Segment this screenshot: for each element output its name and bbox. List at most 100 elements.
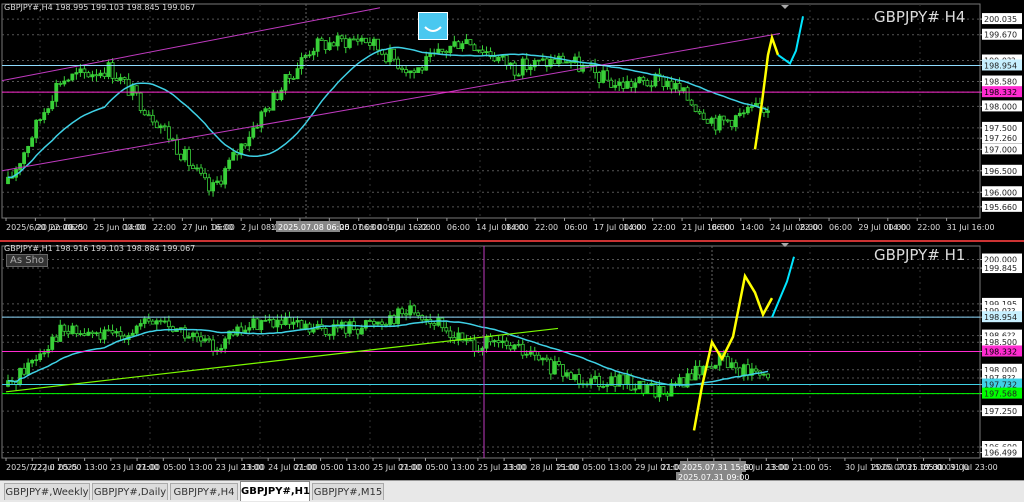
h4-time-label: 14:00 <box>741 223 764 232</box>
h1-candle-body <box>283 317 288 326</box>
h1-time-label: 05:00 <box>583 463 606 472</box>
h4-candle-body <box>569 61 573 64</box>
h1-chart-svg[interactable]: 200.000199.845199.195199.0??198.954198.6… <box>0 242 1024 480</box>
h4-candle-body <box>150 114 155 123</box>
h4-candle-body <box>223 168 228 185</box>
h4-chart-svg[interactable]: 200.035199.670199.0??198.954198.580198.3… <box>0 0 1024 240</box>
h1-candle-body <box>207 338 211 341</box>
h4-candle-body <box>170 138 175 141</box>
h1-candle-body <box>150 320 155 325</box>
tab-h1[interactable]: GBPJPY#,H1 <box>240 481 310 501</box>
h1-time-label: 13:00 <box>190 463 213 472</box>
h4-candle-body <box>729 119 734 128</box>
h4-candle-body <box>347 38 352 48</box>
h1-candle-body <box>30 359 35 364</box>
h4-candle-body <box>6 176 10 185</box>
h4-candle-body <box>130 85 135 96</box>
h4-time-label: 22:00 <box>535 223 558 232</box>
h1-candle-body <box>573 374 577 380</box>
h4-candle-body <box>231 152 236 161</box>
h1-candle-body <box>713 364 718 369</box>
h1-candle-body <box>420 315 425 321</box>
h1-candle-body <box>556 361 561 365</box>
h1-candle-body <box>484 336 489 349</box>
h4-candle-body <box>508 62 513 66</box>
h1-candle-body <box>561 364 565 377</box>
h1-candle-body <box>432 323 437 326</box>
h4-candle-body <box>693 104 698 112</box>
h4-time-label: 06:00 <box>564 223 587 232</box>
h4-candle-body <box>376 38 380 51</box>
h4-candle-body <box>58 83 63 85</box>
h4-candle-body <box>46 108 51 113</box>
h4-candle-body <box>408 70 413 74</box>
h4-candle-body <box>705 118 710 124</box>
h1-candle-body <box>544 357 549 361</box>
h4-time-label: 14:00 <box>623 223 646 232</box>
h4-candle-body <box>42 112 47 120</box>
tab-m15[interactable]: GBPJPY#,M15 <box>312 483 384 500</box>
h1-candle-body <box>400 308 404 315</box>
h1-candle-body <box>766 373 770 379</box>
h4-candle-body <box>114 77 119 81</box>
h1-time-label: 05:00 <box>425 463 448 472</box>
h4-candle-body <box>540 58 545 61</box>
h4-time-label: 14:00 <box>888 223 911 232</box>
h1-candle-body <box>593 375 597 380</box>
h4-candle-body <box>82 68 87 74</box>
h4-candle-body <box>372 38 376 46</box>
h4-candle-body <box>26 146 31 154</box>
h4-candle-body <box>472 44 477 51</box>
h1-candle-body <box>577 374 581 385</box>
h4-candle-body <box>665 80 670 87</box>
h1-candle-body <box>259 320 264 331</box>
h4-candle-body <box>343 38 348 48</box>
h4-candle-body <box>500 55 505 58</box>
h1-candle-body <box>142 318 147 324</box>
h1-candle-body <box>500 340 505 343</box>
h1-chart-pane[interactable]: 200.000199.845199.195199.0??198.954198.6… <box>0 242 1024 480</box>
h1-candle-body <box>251 318 256 329</box>
h4-candle-body <box>536 59 541 62</box>
h1-candle-body <box>106 329 111 332</box>
h1-price-label: 197.568 <box>984 390 1017 399</box>
h1-candle-body <box>279 319 284 326</box>
h4-candle-body <box>460 43 465 50</box>
h1-candle-body <box>299 320 304 330</box>
h1-candle-body <box>18 367 22 386</box>
h4-candle-body <box>480 49 485 54</box>
tab-h4[interactable]: GBPJPY#,H4 <box>170 483 238 500</box>
h4-chart-pane[interactable]: 200.035199.670199.0??198.954198.580198.3… <box>0 0 1024 242</box>
h4-candle-body <box>516 74 521 77</box>
h1-candle-body <box>162 320 167 323</box>
h4-candle-body <box>721 115 726 121</box>
h4-candle-body <box>291 77 296 80</box>
tab-daily[interactable]: GBPJPY#,Daily <box>92 483 168 500</box>
h1-candle-body <box>291 321 296 325</box>
h4-candle-body <box>456 41 461 50</box>
h1-candle-body <box>199 336 203 342</box>
h1-candle-body <box>94 332 99 335</box>
tab-weekly[interactable]: GBPJPY#,Weekly <box>4 483 90 500</box>
h1-time-label: 13:00 <box>452 463 475 472</box>
h4-candle-body <box>452 41 457 47</box>
h4-candle-body <box>701 112 706 120</box>
h4-candle-body <box>388 48 392 63</box>
h1-candle-body <box>665 393 670 397</box>
h4-candle-body <box>70 73 75 81</box>
h4-time-label: 22:00 <box>418 223 441 232</box>
h4-candle-body <box>279 89 284 100</box>
h1-candle-body <box>384 323 388 326</box>
h1-candle-body <box>645 385 650 394</box>
h4-candle-body <box>271 92 276 111</box>
h4-candle-body <box>275 92 280 100</box>
h4-candle-body <box>689 99 694 106</box>
h4-candle-body <box>520 58 525 76</box>
h1-candle-body <box>191 332 195 338</box>
h1-candle-body <box>408 305 413 316</box>
h4-candle-body <box>339 35 344 40</box>
h1-candle-body <box>472 339 477 352</box>
h4-candle-body <box>307 54 312 57</box>
h1-candle-body <box>255 318 260 331</box>
h1-candle-body <box>677 377 682 386</box>
